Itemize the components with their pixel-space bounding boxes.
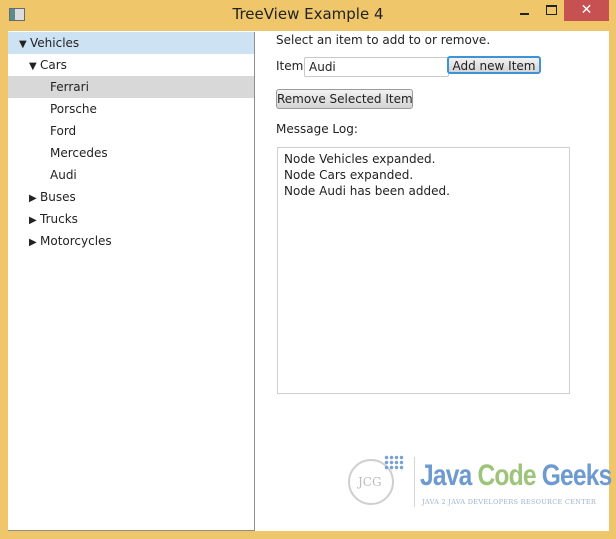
log-line: Node Cars expanded. [284,168,414,182]
tree-item-buses[interactable]: ▶ Buses [8,186,254,208]
logo-word-code: Code [477,459,536,492]
add-new-item-button[interactable]: Add new Item [447,56,541,74]
logo-wordmark: Java Code Geeks [420,459,613,493]
close-icon: ✕ [580,2,593,18]
tree-item-motorcycles[interactable]: ▶ Motorcycles [8,230,254,252]
minimize-button[interactable] [511,0,539,22]
tree-item-cars[interactable]: ▼ Cars [8,54,254,76]
logo-dots-icon [384,455,404,471]
tree-item-label: Cars [40,58,67,72]
tree-item-mercedes[interactable]: Mercedes [8,142,254,164]
message-log[interactable]: Node Vehicles expanded. Node Cars expand… [277,147,570,394]
item-label: Item: [276,59,308,73]
tree-item-label: Buses [40,190,76,204]
logo-word-geeks: Geeks [541,459,613,492]
watermark-logo: JCG Java Code Geeks JAVA 2 JAVA DEVELOPE… [342,453,612,515]
tree-item-label: Ford [50,124,77,138]
expand-arrow-down-icon[interactable]: ▼ [19,34,30,56]
expand-arrow-right-icon[interactable]: ▶ [29,210,40,232]
message-log-label: Message Log: [276,122,358,136]
item-input[interactable]: Audi [304,57,449,77]
close-button[interactable]: ✕ [564,0,609,21]
log-line: Node Audi has been added. [284,184,450,198]
tree-item-label: Audi [50,168,77,182]
logo-emblem-text: JCG [358,475,382,489]
tree-item-label: Vehicles [30,36,80,50]
expand-arrow-down-icon[interactable]: ▼ [29,56,40,78]
tree-item-label: Trucks [40,212,78,226]
maximize-button[interactable] [539,0,567,22]
tree-item-label: Mercedes [50,146,108,160]
logo-word-java: Java [420,459,472,492]
tree-item-label: Ferrari [50,80,89,94]
remove-selected-item-button[interactable]: Remove Selected Item [276,89,413,109]
logo-tagline: JAVA 2 JAVA DEVELOPERS RESOURCE CENTER [422,498,597,506]
tree-item-trucks[interactable]: ▶ Trucks [8,208,254,230]
tree-item-ford[interactable]: Ford [8,120,254,142]
tree-item-label: Porsche [50,102,97,116]
tree-item-ferrari[interactable]: Ferrari [8,76,254,98]
tree-view[interactable]: ▼ Vehicles ▼ Cars Ferrari Porsche Ford Mercedes… [8,32,255,531]
title-bar[interactable]: TreeView Example 4 ✕ [0,0,616,31]
expand-arrow-right-icon[interactable]: ▶ [29,188,40,210]
tree-item-label: Motorcycles [40,234,112,248]
expand-arrow-right-icon[interactable]: ▶ [29,232,40,254]
tree-item-vehicles[interactable]: ▼ Vehicles [8,32,254,54]
logo-divider [414,457,415,507]
tree-item-audi[interactable]: Audi [8,164,254,186]
instruction-label: Select an item to add to or remove. [276,33,491,47]
log-line: Node Vehicles expanded. [284,152,436,166]
tree-item-porsche[interactable]: Porsche [8,98,254,120]
